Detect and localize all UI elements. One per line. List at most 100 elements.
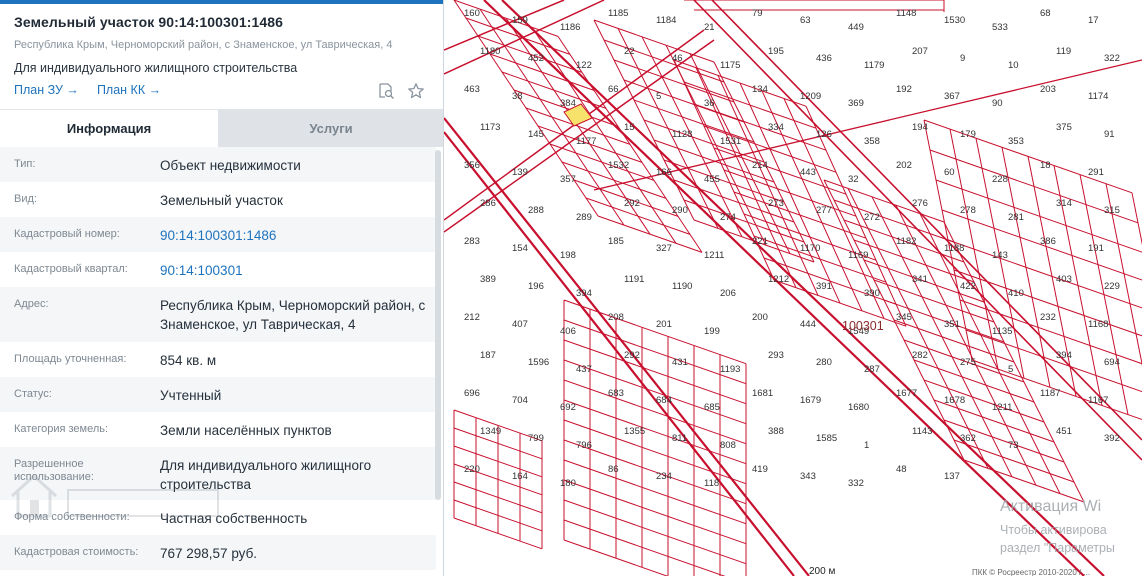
parcel-number-label: 290 bbox=[672, 205, 688, 216]
parcel-number-label: 134 bbox=[752, 84, 768, 95]
attr-label: Кадастровый квартал: bbox=[14, 263, 128, 275]
parcel-number-label: 685 bbox=[704, 402, 720, 413]
parcel-number-label: 202 bbox=[896, 160, 912, 171]
parcel-number-label: 126 bbox=[816, 129, 832, 140]
map-quarter-label: 100301 bbox=[842, 319, 884, 333]
parcel-header: Земельный участок 90:14:100301:1486 Респ… bbox=[14, 14, 433, 75]
plan-kk-link[interactable]: План КК → bbox=[97, 83, 161, 97]
cadastral-map-canvas[interactable]: 1601591186118511842179634491148153053368… bbox=[444, 0, 1142, 576]
windows-activation-title: Активация Wi bbox=[1000, 498, 1102, 515]
parcel-number-label: 1212 bbox=[768, 274, 789, 285]
parcel-number-label: 198 bbox=[560, 250, 576, 261]
document-search-icon[interactable] bbox=[377, 82, 395, 100]
parcel-number-label: 194 bbox=[912, 122, 928, 133]
cadastral-number-link[interactable]: 90:14:100301:1486 bbox=[160, 217, 428, 245]
parcel-grid-south bbox=[563, 539, 669, 576]
parcel-number-label: 1209 bbox=[800, 91, 821, 102]
attr-label: Кадастровая стоимость: bbox=[14, 546, 139, 558]
parcel-number-label: 314 bbox=[1056, 198, 1072, 209]
parcel-number-label: 410 bbox=[1008, 288, 1024, 299]
parcel-number-label: 692 bbox=[560, 402, 576, 413]
parcel-number-label: 68 bbox=[1040, 8, 1051, 19]
parcel-number-label: 1168 bbox=[1088, 319, 1108, 330]
cadastral-quarter-link[interactable]: 90:14:100301 bbox=[160, 252, 428, 280]
parcel-number-label: 341 bbox=[912, 274, 928, 285]
attr-value: Земли населённых пунктов bbox=[160, 423, 332, 438]
parcel-number-label: 46 bbox=[672, 53, 683, 64]
parcel-number-label: 9 bbox=[960, 53, 965, 64]
attr-value: 767 298,57 руб. bbox=[160, 546, 258, 561]
house-watermark-icon bbox=[10, 473, 219, 518]
parcel-grid-southeast bbox=[871, 196, 1013, 478]
parcel-number-label: 139 bbox=[512, 167, 528, 178]
attr-row-cadastral-number: Кадастровый номер: 90:14:100301:1486 bbox=[0, 217, 436, 252]
parcel-number-label: 1174 bbox=[1088, 91, 1108, 102]
parcel-number-label: 234 bbox=[656, 471, 672, 482]
attr-value: Объект недвижимости bbox=[160, 158, 301, 173]
parcel-number-label: 386 bbox=[1040, 236, 1056, 247]
parcel-number-label: 403 bbox=[1056, 274, 1072, 285]
parcel-number-label: 15 bbox=[624, 122, 635, 133]
parcel-number-label: 367 bbox=[944, 91, 960, 102]
parcel-number-label: 192 bbox=[896, 84, 912, 95]
parcel-number-label: 154 bbox=[512, 243, 528, 254]
star-favorite-icon[interactable] bbox=[407, 82, 425, 100]
parcel-number-label: 1596 bbox=[528, 357, 549, 368]
parcel-number-label: 199 bbox=[704, 326, 720, 337]
parcel-number-label: 315 bbox=[1104, 205, 1120, 216]
attr-value: Земельный участок bbox=[160, 193, 283, 208]
parcel-number-label: 322 bbox=[1104, 53, 1120, 64]
cadastral-map[interactable]: 160 159 1186 1185 1184 21 79 63 449 1148 1530 533 68… bbox=[444, 0, 1142, 576]
parcel-number-label: 229 bbox=[1104, 281, 1120, 292]
parcel-number-label: 357 bbox=[560, 174, 576, 185]
parcel-number-label: 683 bbox=[608, 388, 624, 399]
parcel-number-label: 1186 bbox=[560, 22, 580, 33]
parcel-number-label: 1180 bbox=[480, 46, 500, 57]
parcel-number-label: 1532 bbox=[608, 160, 629, 171]
parcel-number-label: 422 bbox=[960, 281, 976, 292]
parcel-number-label: 1170 bbox=[800, 243, 820, 254]
parcel-number-label: 1349 bbox=[480, 426, 501, 437]
parcel-number-label: 684 bbox=[656, 395, 672, 406]
parcel-number-label: 1679 bbox=[800, 395, 821, 406]
parcel-number-label: 1128 bbox=[672, 129, 692, 140]
parcel-number-label: 164 bbox=[512, 471, 528, 482]
parcel-number-label: 1193 bbox=[720, 364, 740, 375]
attr-row-area: Площадь уточненная: 854 кв. м bbox=[0, 342, 436, 377]
tab-info[interactable]: Информация bbox=[0, 109, 218, 147]
parcel-number-label: 275 bbox=[960, 357, 976, 368]
parcel-number-label: 5 bbox=[656, 91, 661, 102]
parcel-grid-south bbox=[563, 519, 726, 576]
parcel-number-label: 220 bbox=[464, 464, 480, 475]
parcel-number-label: 86 bbox=[608, 464, 619, 475]
parcel-number-label: 1531 bbox=[720, 136, 741, 147]
panel-tabs: Информация Услуги bbox=[0, 109, 443, 147]
parcel-number-label: 208 bbox=[608, 312, 624, 323]
parcel-number-label: 704 bbox=[512, 395, 528, 406]
parcel-grid-north bbox=[531, 27, 677, 244]
parcel-number-label: 203 bbox=[1040, 84, 1056, 95]
parcel-number-label: 17 bbox=[1088, 15, 1099, 26]
parcel-number-label: 276 bbox=[912, 198, 928, 209]
parcel-number-label: 358 bbox=[864, 136, 880, 147]
attr-label: Площадь уточненная: bbox=[14, 353, 127, 365]
attr-row-kind: Вид: Земельный участок bbox=[0, 182, 436, 217]
parcel-number-label: 79 bbox=[752, 8, 763, 19]
parcel-title: Земельный участок 90:14:100301:1486 bbox=[14, 14, 284, 30]
plan-zu-link[interactable]: План ЗУ → bbox=[14, 83, 79, 97]
parcel-number-label: 32 bbox=[848, 174, 859, 185]
attr-row-type: Тип: Объект недвижимости bbox=[0, 147, 436, 182]
parcel-number-label: 394 bbox=[576, 288, 592, 299]
map-scale: 200 м bbox=[809, 566, 836, 576]
parcel-grid-south bbox=[563, 459, 747, 525]
parcel-number-label: 391 bbox=[816, 281, 832, 292]
parcel-number-label: 293 bbox=[768, 350, 784, 361]
tab-services[interactable]: Услуги bbox=[218, 109, 443, 147]
parcel-number-label: 282 bbox=[912, 350, 928, 361]
attr-label: Категория земель: bbox=[14, 423, 109, 435]
panel-scrollbar[interactable] bbox=[435, 150, 441, 500]
parcel-number-label: 122 bbox=[576, 60, 592, 71]
parcel-number-label: 533 bbox=[992, 22, 1008, 33]
parcel-number-label: 291 bbox=[1088, 167, 1104, 178]
parcel-number-label: 343 bbox=[800, 471, 816, 482]
